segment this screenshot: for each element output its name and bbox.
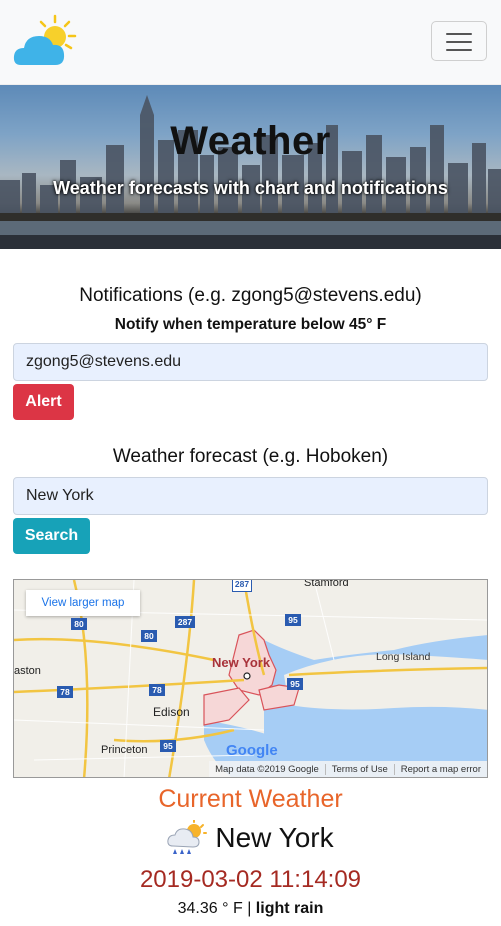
current-city-name: New York xyxy=(215,822,334,853)
navbar xyxy=(0,0,501,85)
city-skyline-image xyxy=(0,95,501,249)
hero-banner: Weather Weather forecasts with chart and… xyxy=(0,85,501,249)
hamburger-icon-bar xyxy=(446,49,472,51)
highway-shield: 287 xyxy=(232,580,252,592)
current-city-row: New York xyxy=(0,818,501,858)
highway-shield: 95 xyxy=(160,740,176,752)
map-data-credit: Map data ©2019 Google xyxy=(215,763,319,775)
hamburger-icon-bar xyxy=(446,41,472,43)
view-larger-map-link[interactable]: View larger map xyxy=(26,590,140,616)
notifications-heading: Notifications (e.g. zgong5@stevens.edu) xyxy=(79,285,422,306)
separator: | xyxy=(247,900,252,917)
current-timestamp: 2019-03-02 11:14:09 xyxy=(139,866,362,893)
highway-shield: 287 xyxy=(175,616,195,628)
map-label-stamford: Stamford xyxy=(304,579,349,589)
current-conditions: 34.36 ° F | light rain xyxy=(0,900,501,918)
alert-button[interactable]: Alert xyxy=(13,384,74,420)
forecast-heading: Weather forecast (e.g. Hoboken) xyxy=(112,446,389,467)
sun-cloud-icon[interactable] xyxy=(13,14,77,68)
page-title: Weather xyxy=(170,119,331,163)
hamburger-icon-bar xyxy=(446,33,472,35)
current-description: light rain xyxy=(255,900,324,917)
city-search-input[interactable]: New York xyxy=(13,477,488,515)
current-weather-heading: Current Weather xyxy=(158,785,343,813)
map-label-new-york: New York xyxy=(212,655,271,670)
highway-shield: 80 xyxy=(71,618,87,630)
highway-shield: 78 xyxy=(149,684,165,696)
highway-shield: 78 xyxy=(57,686,73,698)
map-footer: Map data ©2019 Google Terms of Use Repor… xyxy=(209,761,487,777)
current-temperature: 34.36 ° F xyxy=(177,900,243,917)
terms-of-use-link[interactable]: Terms of Use xyxy=(324,763,394,775)
report-map-error-link[interactable]: Report a map error xyxy=(393,763,487,775)
notifications-subheading: Notify when temperature below 45° F xyxy=(114,316,387,333)
google-logo: Google xyxy=(226,742,278,759)
map-label-long-island: Long Island xyxy=(376,651,431,663)
map-label-edison: Edison xyxy=(153,705,190,719)
email-field[interactable]: zgong5@stevens.edu xyxy=(13,343,488,381)
menu-toggle-button[interactable] xyxy=(431,21,487,61)
highway-shield: 95 xyxy=(285,614,301,626)
rain-cloud-sun-icon xyxy=(167,820,208,854)
highway-shield: 95 xyxy=(287,678,303,690)
embedded-map[interactable]: View larger map New York Long Island Edi… xyxy=(13,579,488,778)
page-subtitle: Weather forecasts with chart and notific… xyxy=(53,178,448,198)
map-label-princeton: Princeton xyxy=(101,744,148,756)
map-label-easton: aston xyxy=(14,665,41,677)
search-button[interactable]: Search xyxy=(13,518,90,554)
highway-shield: 80 xyxy=(141,630,157,642)
